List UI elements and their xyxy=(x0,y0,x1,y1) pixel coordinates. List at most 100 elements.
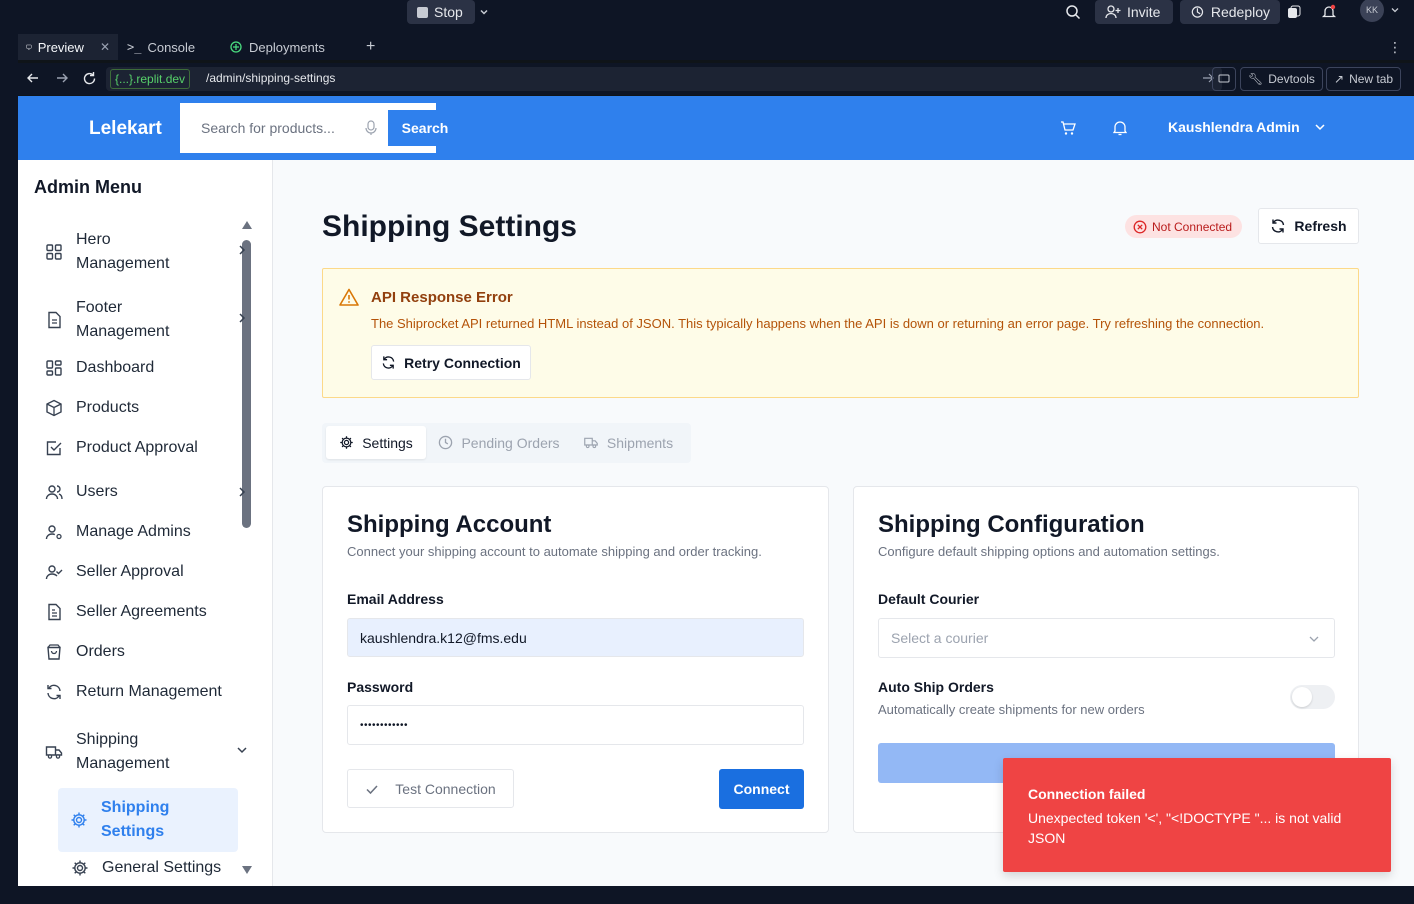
dashboard-icon xyxy=(44,358,64,378)
tab-deployments[interactable]: Deployments xyxy=(221,34,349,60)
terminal-icon: >_ xyxy=(127,40,142,54)
app-preview: Lelekart Search for products... Search K… xyxy=(18,96,1414,886)
test-connection-label: Test Connection xyxy=(395,780,496,797)
sidebar-item-label: Dashboard xyxy=(76,359,155,376)
user-avatar[interactable]: KK xyxy=(1360,0,1400,22)
refresh-icon xyxy=(1272,219,1285,233)
sidebar-item-seller-approval[interactable]: Seller Approval xyxy=(44,562,184,582)
sidebar-item-product-approval[interactable]: Product Approval xyxy=(44,438,198,458)
error-toast[interactable]: Connection failed Unexpected token '<', … xyxy=(1003,758,1391,872)
tab-settings[interactable]: Settings xyxy=(326,426,426,459)
scroll-down-arrow[interactable] xyxy=(241,865,253,875)
card-title: Shipping Configuration xyxy=(878,511,1145,538)
password-field[interactable]: •••••••••••• xyxy=(347,705,804,745)
tab-preview[interactable]: Preview ✕ xyxy=(18,34,118,60)
devtools-button[interactable]: 🔧︎ Devtools xyxy=(1240,67,1323,91)
notifications-bell-icon[interactable] xyxy=(1321,0,1337,24)
connect-button[interactable]: Connect xyxy=(719,769,804,809)
truck-icon xyxy=(44,742,64,762)
sidebar-item-dashboard[interactable]: Dashboard xyxy=(44,358,154,378)
replit-topbar: Stop Invite Redeploy KK xyxy=(0,0,1414,34)
user-menu[interactable]: Kaushlendra Admin xyxy=(1168,119,1326,135)
sidebar-item-label: General Settings xyxy=(102,859,222,876)
replit-tabs: Preview ✕ >_ Console Deployments + ⋮ xyxy=(18,34,1414,60)
courier-select[interactable]: Select a courier xyxy=(878,618,1335,658)
url-path: /admin/shipping-settings xyxy=(206,71,336,85)
url-bar[interactable]: {...}.replit.dev /admin/shipping-setting… xyxy=(106,67,1222,91)
scroll-up-arrow[interactable] xyxy=(241,220,253,230)
replit-url-row: {...}.replit.dev /admin/shipping-setting… xyxy=(18,63,1414,95)
stop-menu-chevron-icon[interactable] xyxy=(478,0,490,24)
users-icon xyxy=(44,482,64,502)
invite-button[interactable]: Invite xyxy=(1095,0,1173,24)
chevron-down-icon xyxy=(236,744,248,756)
api-error-alert: API Response Error The Shiprocket API re… xyxy=(322,268,1359,398)
sidebar-item-shipping-management[interactable]: Shipping Management xyxy=(44,728,247,776)
back-arrow-icon[interactable] xyxy=(26,71,40,85)
tab-console[interactable]: >_ Console xyxy=(119,34,219,60)
toggle-knob xyxy=(1292,687,1312,707)
sidebar-item-users[interactable]: Users xyxy=(44,482,246,502)
sidebar-item-hero-management[interactable]: Hero Management xyxy=(44,228,246,276)
sidebar-item-return-management[interactable]: Return Management xyxy=(44,682,222,702)
sidebar-item-manage-admins[interactable]: Manage Admins xyxy=(44,522,191,542)
sidebar-item-orders[interactable]: Orders xyxy=(44,642,125,662)
email-field[interactable]: kaushlendra.k12@fms.edu xyxy=(347,618,804,657)
chevron-down-icon xyxy=(1308,633,1320,645)
more-options-icon[interactable]: ⋮ xyxy=(1380,34,1410,60)
new-tab-plus-icon[interactable]: + xyxy=(358,34,383,60)
test-connection-button[interactable]: Test Connection xyxy=(347,769,514,808)
card-subtitle: Connect your shipping account to automat… xyxy=(347,544,762,559)
sidebar-title: Admin Menu xyxy=(34,177,142,197)
monitor-icon xyxy=(26,44,32,50)
retry-connection-button[interactable]: Retry Connection xyxy=(371,345,531,380)
sidebar-scrollbar-thumb[interactable] xyxy=(242,240,251,528)
device-preview-icon[interactable] xyxy=(1212,67,1236,91)
copy-icon[interactable] xyxy=(1287,0,1301,24)
settings-gear-icon xyxy=(340,436,353,449)
tab-pending-orders[interactable]: Pending Orders xyxy=(434,426,564,459)
sidebar-item-label: Shipping Management xyxy=(76,731,170,772)
forward-arrow-icon[interactable] xyxy=(55,71,69,85)
sidebar-item-general-settings[interactable]: General Settings xyxy=(70,858,221,878)
chevron-right-icon xyxy=(236,244,248,256)
refresh-button[interactable]: Refresh xyxy=(1258,208,1359,244)
redeploy-button[interactable]: Redeploy xyxy=(1180,0,1280,24)
sidebar-item-label: Shipping Settings xyxy=(101,799,170,840)
search-input[interactable]: Search for products... xyxy=(201,120,335,136)
auto-ship-description: Automatically create shipments for new o… xyxy=(878,702,1145,717)
tab-settings-label: Settings xyxy=(362,434,413,451)
search-button-label: Search xyxy=(401,120,449,136)
tab-preview-label: Preview xyxy=(37,39,84,55)
sidebar-item-seller-agreements[interactable]: Seller Agreements xyxy=(44,602,207,622)
bell-icon[interactable] xyxy=(1113,120,1127,136)
stop-label: Stop xyxy=(434,4,463,20)
sidebar-item-products[interactable]: Products xyxy=(44,398,139,418)
tab-shipments[interactable]: Shipments xyxy=(576,426,680,459)
refresh-icon xyxy=(382,356,395,369)
sidebar-item-label: Hero Management xyxy=(76,231,170,272)
site-header: Lelekart Search for products... Search K… xyxy=(18,96,1414,160)
stop-button[interactable]: Stop xyxy=(407,0,475,24)
brand-logo[interactable]: Lelekart xyxy=(89,118,162,140)
sidebar-item-shipping-settings[interactable]: Shipping Settings xyxy=(58,788,238,852)
tab-shipments-label: Shipments xyxy=(606,434,674,451)
cart-icon[interactable] xyxy=(1060,120,1076,136)
admin-sidebar: Admin Menu Hero Management Footer Manage… xyxy=(18,160,273,886)
redeploy-label: Redeploy xyxy=(1210,4,1270,20)
sidebar-item-label: Seller Agreements xyxy=(76,603,207,620)
auto-ship-toggle[interactable] xyxy=(1290,685,1335,709)
search-icon[interactable] xyxy=(1065,0,1081,24)
sidebar-item-label: Return Management xyxy=(76,683,222,700)
close-icon[interactable]: ✕ xyxy=(100,40,110,54)
sidebar-item-footer-management[interactable]: Footer Management xyxy=(44,296,246,344)
new-tab-button[interactable]: ↗ New tab xyxy=(1326,67,1402,91)
search-button[interactable]: Search xyxy=(388,110,448,146)
invite-label: Invite xyxy=(1127,4,1161,20)
shipping-account-card: Shipping Account Connect your shipping a… xyxy=(322,486,829,833)
truck-icon xyxy=(584,437,598,449)
sidebar-item-label: Manage Admins xyxy=(76,523,191,540)
reload-icon[interactable] xyxy=(82,71,97,86)
workspace-left-edge xyxy=(0,34,18,894)
card-subtitle: Configure default shipping options and a… xyxy=(878,544,1220,559)
